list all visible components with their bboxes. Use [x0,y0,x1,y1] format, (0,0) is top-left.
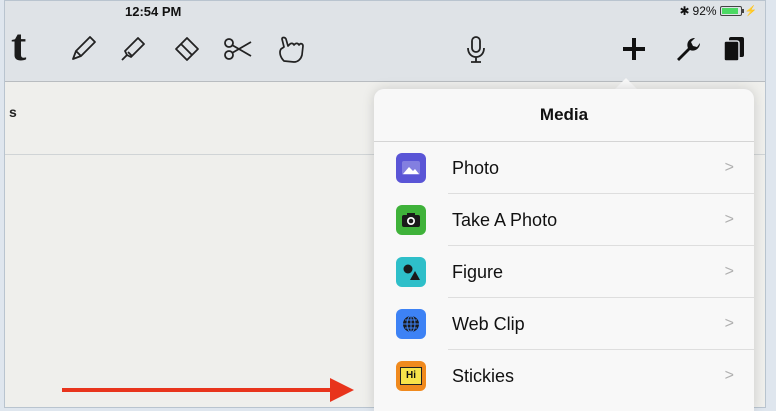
plus-icon[interactable] [619,29,649,69]
battery-status: ✱ 92% ⚡ [679,4,757,18]
battery-icon [719,6,744,16]
media-menu-list: Photo > Take A Photo > Figure > Web Clip > Hi Sti… [374,142,754,402]
bluetooth-icon: ✱ [679,4,690,18]
media-item-photo[interactable]: Photo > [374,142,754,194]
media-item-stickies[interactable]: Hi Stickies > [374,350,754,402]
media-item-take-a-photo[interactable]: Take A Photo > [374,194,754,246]
media-item-label: Photo [452,157,500,178]
eraser-icon[interactable] [169,29,205,69]
annotation-arrow-head [330,378,354,402]
chevron-right-icon: > [724,211,734,228]
chevron-right-icon: > [724,159,734,176]
charging-icon: ⚡ [744,5,757,17]
pen-icon[interactable] [65,29,101,69]
media-item-label: Figure [452,261,504,282]
chevron-right-icon: > [724,367,734,384]
toolbar: t [5,21,765,82]
media-item-label: Take A Photo [452,209,558,230]
photo-icon [396,153,426,183]
status-bar: 12:54 PM ✱ 92% ⚡ [5,1,765,21]
chevron-right-icon: > [724,263,734,280]
app-logo[interactable]: t [11,22,26,68]
wrench-icon[interactable] [673,29,703,69]
globe-icon [396,309,426,339]
chevron-right-icon: > [724,315,734,332]
figure-icon [396,257,426,287]
battery-percent: 92% [692,4,717,18]
stickies-icon: Hi [396,361,426,391]
microphone-icon[interactable] [461,29,491,69]
popover-title: Media [374,89,754,142]
media-item-label: Web Clip [452,313,525,334]
annotation-arrow-line [62,388,340,392]
media-popover: Media Photo > Take A Photo > Figure > Web Clip… [374,89,754,411]
media-item-web-clip[interactable]: Web Clip > [374,298,754,350]
media-item-label: Stickies [452,365,515,386]
status-time: 12:54 PM [125,4,182,19]
scissors-icon[interactable] [220,29,256,69]
camera-icon [396,205,426,235]
hand-pointer-icon[interactable] [273,29,309,69]
media-item-figure[interactable]: Figure > [374,246,754,298]
page-text-fragment: s [9,104,17,120]
pages-icon[interactable] [719,29,749,69]
highlighter-icon[interactable] [115,29,151,69]
